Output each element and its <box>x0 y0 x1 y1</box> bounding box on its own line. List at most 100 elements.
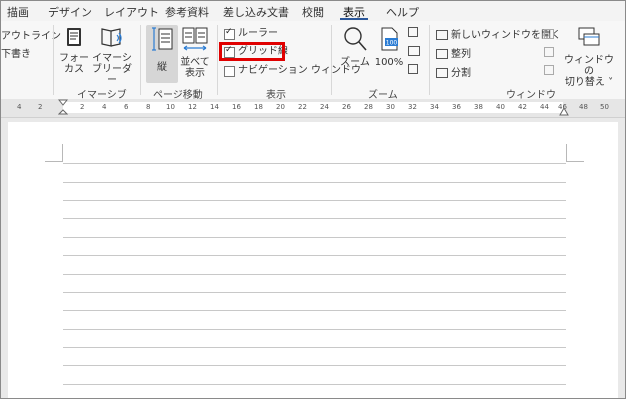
ruler-number: 50 <box>600 103 609 111</box>
side-by-side-label-2: 表示 <box>185 68 205 79</box>
outline-button[interactable]: アウトライン <box>1 31 61 43</box>
gridline <box>63 163 566 164</box>
gridline <box>63 365 566 366</box>
immersive-reader-label-2: ブリーダー <box>92 64 132 86</box>
margin-corner-mark <box>566 161 584 162</box>
tab-review[interactable]: 校閲 <box>302 4 324 20</box>
ruler-number: 32 <box>408 103 417 111</box>
ruler-number: 2 <box>80 103 85 111</box>
split-button[interactable]: 分割 <box>451 68 471 80</box>
ruler-number: 48 <box>579 103 588 111</box>
focus-button[interactable]: フォー カス <box>58 25 90 75</box>
group-separator <box>140 25 141 95</box>
ruler-number: 16 <box>232 103 241 111</box>
ruler-number: 4 <box>17 103 22 111</box>
ruler-number: 20 <box>276 103 285 111</box>
magnifier-icon <box>344 27 367 51</box>
ruler-number: 36 <box>452 103 461 111</box>
ruler-number: 24 <box>320 103 329 111</box>
margin-corner-mark <box>566 144 567 162</box>
tab-design[interactable]: デザイン <box>48 4 92 20</box>
group-separator <box>217 25 218 95</box>
ruler-text-area <box>63 102 563 113</box>
gridline <box>63 310 566 311</box>
one-page-icon[interactable] <box>408 27 418 37</box>
ruler-number: 10 <box>166 103 175 111</box>
horizontal-ruler[interactable]: 4 2 2 4 6 8 10 12 14 16 18 20 22 24 26 2… <box>1 99 625 118</box>
arrange-all-icon <box>436 49 448 59</box>
ruler-number: 26 <box>342 103 351 111</box>
page-100-icon: 100 <box>381 27 398 51</box>
ruler-number: 28 <box>364 103 373 111</box>
focus-icon <box>67 28 81 46</box>
immersive-reader-button[interactable]: イマーシ ブリーダー <box>89 25 135 86</box>
tab-layout[interactable]: レイアウト <box>104 4 159 20</box>
focus-label-2: カス <box>64 64 84 75</box>
gridline <box>63 218 566 219</box>
immersive-reader-icon <box>101 28 122 47</box>
margin-corner-mark <box>62 144 63 162</box>
switch-windows-label-1: ウィンドウの <box>564 55 614 77</box>
side-by-side-button[interactable]: 並べて 表示 <box>178 25 212 79</box>
ruler-number: 18 <box>254 103 263 111</box>
ruler-number: 4 <box>102 103 107 111</box>
sync-scroll-icon[interactable] <box>544 47 554 57</box>
draft-button[interactable]: 下書き <box>1 49 31 61</box>
immersive-reader-label-1: イマーシ <box>92 53 132 64</box>
vertical-label: 縦 <box>157 62 167 73</box>
gridline <box>63 292 566 293</box>
gridline <box>63 347 566 348</box>
zoom-100-badge: 100 <box>386 40 398 47</box>
gridline <box>63 329 566 330</box>
gridline <box>63 274 566 275</box>
gridline <box>63 182 566 183</box>
new-window-icon <box>436 30 448 40</box>
group-separator <box>53 25 54 95</box>
vertical-scroll-icon <box>152 27 173 51</box>
right-indent-marker-icon[interactable] <box>559 107 569 117</box>
gridlines-highlight-box <box>219 42 285 61</box>
ribbon-tabs: 描画 デザイン レイアウト 参考資料 差し込み文書 校閲 表示 ヘルプ <box>1 1 625 21</box>
side-by-side-label-1: 並べて <box>180 57 210 68</box>
ruler-number: 34 <box>430 103 439 111</box>
view-side-by-side-small-icon[interactable] <box>544 29 554 39</box>
gridline <box>63 384 566 385</box>
ruler-checkbox[interactable] <box>224 27 235 40</box>
ruler-number: 14 <box>210 103 219 111</box>
switch-windows-button[interactable]: ウィンドウの 切り替え ˅ <box>564 25 614 88</box>
tab-draw[interactable]: 描画 <box>7 4 29 20</box>
focus-label-1: フォー <box>59 53 89 64</box>
ruler-label: ルーラー <box>238 28 278 39</box>
zoom-100-button[interactable]: 100 100% <box>374 25 404 68</box>
ruler-number: 22 <box>298 103 307 111</box>
gridline <box>63 200 566 201</box>
side-by-side-icon <box>182 27 208 51</box>
ruler-number: 2 <box>38 103 43 111</box>
switch-windows-label-2: 切り替え ˅ <box>564 77 614 88</box>
ruler-number: 6 <box>124 103 129 111</box>
switch-windows-icon <box>578 27 600 46</box>
margin-corner-mark <box>45 161 63 162</box>
gridline <box>63 255 566 256</box>
vertical-button[interactable]: 縦 <box>146 25 178 73</box>
ribbon: アウトライン 下書き フォー カス イマーシ ブリーダー イマーシブ 縦 並べて… <box>1 21 625 101</box>
ruler-number: 42 <box>518 103 527 111</box>
ruler-number: 40 <box>496 103 505 111</box>
zoom-100-label: 100% <box>374 57 404 68</box>
ruler-number: 38 <box>474 103 483 111</box>
tab-references[interactable]: 参考資料 <box>165 4 209 20</box>
tab-help[interactable]: ヘルプ <box>386 4 419 20</box>
ruler-number: 8 <box>146 103 151 111</box>
reset-window-icon[interactable] <box>544 65 554 75</box>
zoom-button[interactable]: ズーム <box>338 25 372 68</box>
ruler-number: 44 <box>540 103 549 111</box>
tab-mailings[interactable]: 差し込み文書 <box>223 4 289 20</box>
page-width-icon[interactable] <box>408 64 418 74</box>
arrange-all-button[interactable]: 整列 <box>451 49 471 61</box>
ruler-number: 12 <box>188 103 197 111</box>
group-separator <box>331 25 332 95</box>
indent-marker-icon[interactable] <box>58 99 68 117</box>
gridline <box>63 237 566 238</box>
multiple-pages-icon[interactable] <box>408 46 420 56</box>
navigation-pane-checkbox[interactable] <box>224 66 235 77</box>
